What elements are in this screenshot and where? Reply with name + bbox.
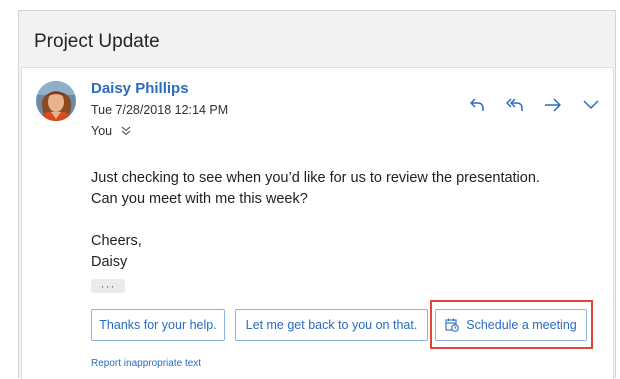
suggested-reply-label: Let me get back to you on that. <box>245 318 418 332</box>
message-card: Daisy Phillips Tue 7/28/2018 12:14 PM Yo… <box>21 67 614 379</box>
body-line <box>91 210 540 231</box>
reply-all-icon <box>506 98 523 111</box>
suggested-reply-label: Schedule a meeting <box>466 318 577 332</box>
body-line: Daisy <box>91 254 128 270</box>
avatar[interactable] <box>36 81 76 121</box>
recipient-name[interactable]: You <box>91 124 112 138</box>
message-actions <box>465 93 603 117</box>
more-actions-button[interactable] <box>579 93 603 117</box>
chevron-down-icon <box>583 100 599 109</box>
reply-icon <box>470 98 484 111</box>
suggested-reply-thanks[interactable]: Thanks for your help. <box>91 309 225 341</box>
body-line: Cheers, <box>91 233 142 249</box>
forward-arrow-icon <box>545 98 561 112</box>
email-subject: Project Update <box>34 31 160 52</box>
forward-button[interactable] <box>541 93 565 117</box>
show-quoted-text-button[interactable]: ··· <box>91 279 125 293</box>
reply-button[interactable] <box>465 93 489 117</box>
reply-all-button[interactable] <box>503 93 527 117</box>
suggested-reply-get-back[interactable]: Let me get back to you on that. <box>235 309 428 341</box>
body-line: Just checking to see when you’d like for… <box>91 170 540 186</box>
body-line: Can you meet with me this week? <box>91 191 308 207</box>
report-inappropriate-link[interactable]: Report inappropriate text <box>91 358 201 369</box>
recipient-line: You <box>91 124 132 138</box>
message-body: Just checking to see when you’d like for… <box>91 168 540 273</box>
expand-recipients-icon[interactable] <box>120 126 132 136</box>
reading-pane: Project Update Daisy Phillips Tue 7/28/2… <box>18 10 616 379</box>
schedule-meeting-button[interactable]: Schedule a meeting <box>435 309 587 341</box>
suggested-reply-label: Thanks for your help. <box>99 318 217 332</box>
calendar-clock-icon <box>445 318 460 332</box>
sender-name[interactable]: Daisy Phillips <box>91 80 189 97</box>
sent-timestamp: Tue 7/28/2018 12:14 PM <box>91 103 229 117</box>
